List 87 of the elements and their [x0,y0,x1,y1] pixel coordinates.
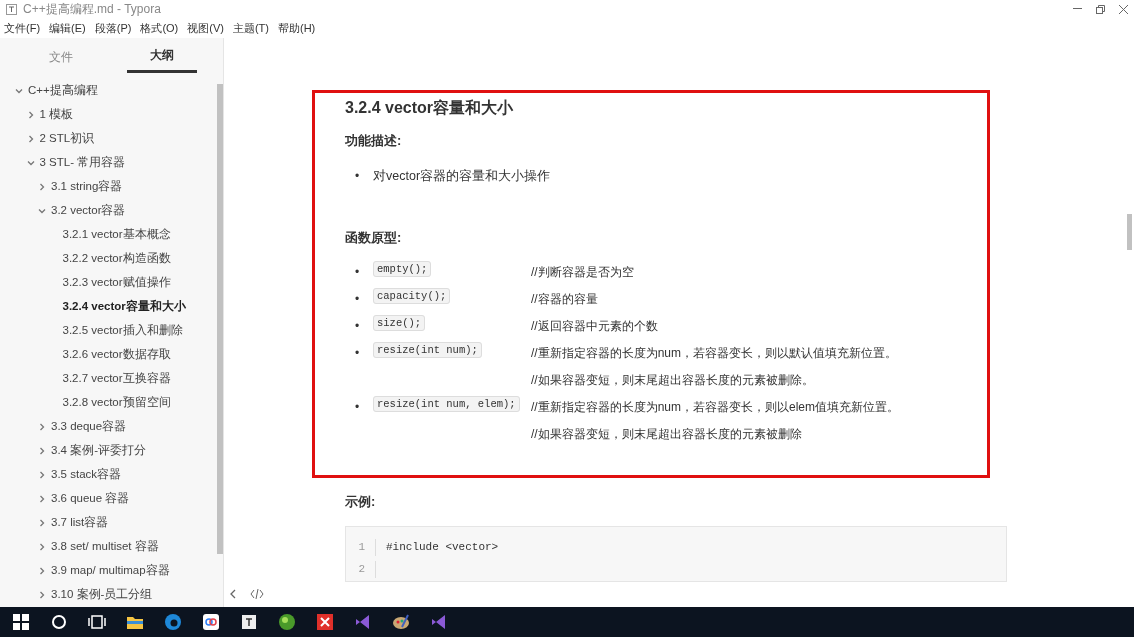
outline-item[interactable]: 2 STL初识 [39,130,95,148]
inline-code: resize(int num); [373,342,482,359]
outline-item[interactable]: 3.9 map/ multimap容器 [51,562,170,580]
close-icon[interactable] [1119,4,1128,14]
menu-item[interactable]: 帮助(H) [278,19,316,37]
inline-code: resize(int num, elem); [373,396,520,413]
chevron-right-icon[interactable] [37,566,47,576]
outline-item[interactable]: 3.2.5 vector插入和删除 [62,322,183,340]
bullet: • [355,318,361,336]
menu-item[interactable]: 编辑(E) [49,19,86,37]
menu-item[interactable]: 主题(T) [232,19,269,37]
outline-item[interactable]: 3.2.3 vector赋值操作 [62,274,171,292]
sidebar-tab[interactable]: 文件 [25,43,96,72]
search-icon[interactable] [50,613,68,631]
bullet: • [355,167,361,185]
menu-item[interactable]: 格式(O) [140,19,179,37]
chevron-down-icon[interactable] [25,158,36,168]
bullet: • [355,399,361,417]
code-comment: //返回容器中元素的个数 [531,318,658,336]
chevron-right-icon[interactable] [37,470,47,480]
scrollbar[interactable] [1127,214,1132,250]
chevron-right-icon[interactable] [37,518,47,528]
chevron-down-icon[interactable] [14,86,24,96]
visual-studio-icon[interactable] [354,613,372,631]
menu-item[interactable]: 视图(V) [187,19,224,37]
outline-item[interactable]: 3.7 list容器 [51,514,109,532]
bullet: • [355,345,361,363]
code-comment: //如果容器变短，则末尾超出容器长度的元素被删除 [531,426,803,444]
scrollbar[interactable] [217,84,223,554]
task-view-icon[interactable] [88,613,106,631]
browser-icon[interactable] [164,613,182,631]
outline-item[interactable]: 3.10 案例-员工分组 [51,586,153,604]
outline-item[interactable]: 3.2.4 vector容量和大小 [62,298,186,316]
outline-item[interactable]: 3.5 stack容器 [51,466,122,484]
chevron-right-icon[interactable] [37,182,47,192]
inline-code: capacity(); [373,288,451,305]
chevron-left-icon[interactable] [230,589,236,599]
chevron-right-icon[interactable] [37,590,47,600]
palette-icon[interactable] [392,613,410,631]
outline-item[interactable]: 3.3 deque容器 [51,418,127,436]
editor-icon[interactable] [240,613,258,631]
outline-item[interactable]: 3.6 queue 容器 [51,490,130,508]
app-icon [6,3,17,15]
visual-studio-icon[interactable] [430,613,448,631]
bullet: • [355,291,361,309]
chevron-right-icon[interactable] [37,494,47,504]
outline-item[interactable]: 3.2.7 vector互换容器 [62,370,171,388]
outline-item[interactable]: 3.2 vector容器 [51,202,126,220]
outline-item[interactable]: 3.4 案例-评委打分 [51,442,146,460]
menu-item[interactable]: 文件(F) [4,19,41,37]
outline-item[interactable]: 3 STL- 常用容器 [39,154,126,172]
code-comment: //重新指定容器的长度为num，若容器变长，则以elem值填充新位置。 [531,399,900,417]
section-title: 功能描述: [345,132,403,151]
code-comment: //判断容器是否为空 [531,264,634,282]
inline-code: empty(); [373,261,432,278]
window-title: C++提高编程.md - Typora [23,1,161,18]
section-title: 函数原型: [345,228,403,247]
chevron-right-icon[interactable] [37,422,47,432]
outline-item[interactable]: 3.1 string容器 [51,178,123,196]
outline-item[interactable]: 1 模板 [39,106,74,124]
restore-icon[interactable] [1096,4,1105,14]
chevron-right-icon[interactable] [37,542,47,552]
ball-icon[interactable] [278,613,296,631]
code-comment: //容器的容量 [531,291,598,309]
chevron-down-icon[interactable] [37,206,47,216]
list-item: 对vector容器的容量和大小操作 [373,167,551,185]
outline-item[interactable]: 3.2.6 vector数据存取 [62,346,171,364]
outline-item[interactable]: 3.2.2 vector构造函数 [62,250,171,268]
code-comment: //如果容器变短，则末尾超出容器长度的元素被删除。 [531,372,815,390]
section-title: 示例: [345,493,377,512]
menu-item[interactable]: 段落(P) [94,19,132,37]
outline-item[interactable]: 3.2.1 vector基本概念 [62,226,171,244]
code-line: #include <vector> [385,540,499,556]
line-number: 1 [346,539,376,556]
code-comment: //重新指定容器的长度为num，若容器变长，则以默认值填充新位置。 [531,345,897,363]
chevron-right-icon[interactable] [37,446,47,456]
minimize-icon[interactable] [1073,8,1082,10]
inline-code: size(); [373,315,426,332]
line-number: 2 [346,561,376,578]
heading: 3.2.4 vector容量和大小 [345,98,515,118]
outline-item[interactable]: 3.2.8 vector预留空间 [62,394,171,412]
code-icon[interactable] [250,589,264,599]
bullet: • [355,264,361,282]
sidebar-tab[interactable]: 大纲 [127,42,198,73]
outline-item[interactable]: C++提高编程 [28,82,98,100]
outline-item[interactable]: 3.8 set/ multiset 容器 [51,538,159,556]
windows-icon[interactable] [12,613,30,631]
